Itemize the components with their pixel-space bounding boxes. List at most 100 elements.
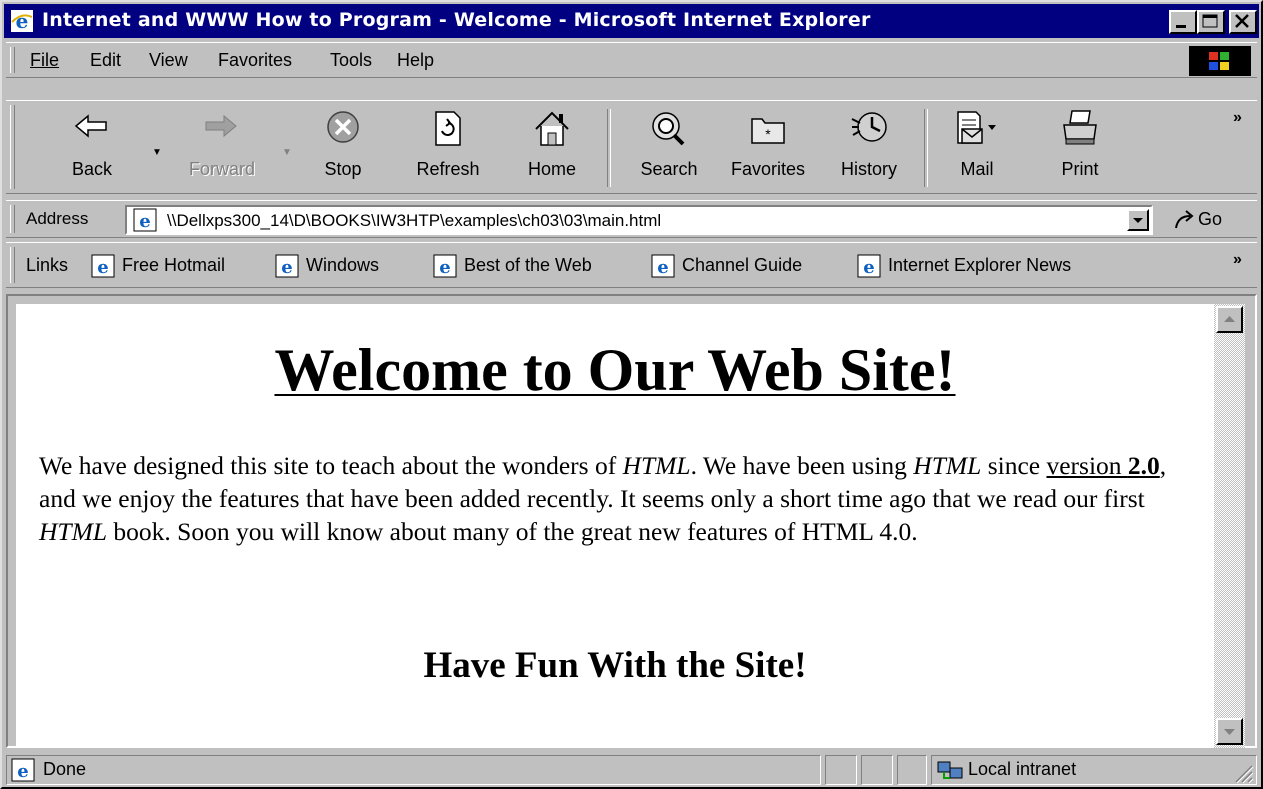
home-button[interactable]: Home <box>514 101 590 195</box>
emphasis-html: HTML <box>913 451 982 480</box>
menu-edit[interactable]: Edit <box>90 50 121 71</box>
favorites-button[interactable]: * Favorites <box>718 101 818 195</box>
maximize-button[interactable] <box>1197 10 1225 34</box>
svg-text:e: e <box>863 257 874 278</box>
back-dropdown[interactable]: ▼ <box>152 147 162 158</box>
stop-label: Stop <box>324 159 362 179</box>
minimize-icon <box>1176 25 1186 28</box>
links-overflow-chevron[interactable]: » <box>1233 251 1242 269</box>
address-grip <box>10 205 15 233</box>
home-label: Home <box>527 159 576 179</box>
link-windows-label: Windows <box>306 255 380 275</box>
go-label: Go <box>1198 209 1223 229</box>
address-label: Address <box>26 209 89 228</box>
stop-button[interactable]: Stop <box>311 101 375 195</box>
history-button[interactable]: History <box>828 101 910 195</box>
back-arrow-icon <box>74 114 107 138</box>
svg-text:e: e <box>139 211 150 232</box>
version-word: version <box>1046 451 1128 480</box>
windows-flag-icon <box>1209 52 1229 70</box>
close-button[interactable] <box>1229 10 1257 34</box>
menu-view[interactable]: View <box>149 50 188 71</box>
version-number: 2.0 <box>1127 451 1160 480</box>
scroll-up-button[interactable] <box>1216 306 1243 333</box>
forward-button[interactable]: Forward <box>170 101 274 195</box>
page-subheading: Have Fun With the Site! <box>423 645 807 686</box>
refresh-button[interactable]: Refresh <box>400 101 496 195</box>
menu-view-label: View <box>149 50 188 70</box>
menu-help[interactable]: Help <box>397 50 434 71</box>
ie-link-icon: e <box>433 254 457 278</box>
back-button[interactable]: Back <box>54 101 130 195</box>
home-icon <box>535 111 569 146</box>
address-input[interactable]: e \\Dellxps300_14\D\BOOKS\IW3HTP\example… <box>125 205 1153 235</box>
ie-page-icon: e <box>11 758 35 782</box>
status-zone-text: Local intranet <box>968 759 1077 779</box>
ie-icon[interactable]: e <box>10 9 34 33</box>
link-free-hotmail-label: Free Hotmail <box>122 255 226 275</box>
search-button[interactable]: Search <box>628 101 710 195</box>
scroll-down-button[interactable] <box>1216 718 1243 745</box>
forward-dropdown[interactable]: ▼ <box>282 147 292 158</box>
status-panel-security <box>861 755 893 785</box>
menu-favorites[interactable]: Favorites <box>218 50 292 71</box>
paragraph-text: . We have been using <box>690 451 914 480</box>
status-bar: e Done Local intranet <box>4 752 1259 787</box>
paragraph-text: book. Soon you will know about many of t… <box>107 517 918 546</box>
menu-favorites-label: Favorites <box>218 50 293 70</box>
scroll-down-arrow-icon <box>1224 729 1235 735</box>
window-title: Internet and WWW How to Program - Welcom… <box>42 9 871 31</box>
links-grip <box>10 247 15 283</box>
favorites-label: Favorites <box>730 159 806 179</box>
ie-link-icon: e <box>651 254 675 278</box>
emphasis-html: HTML <box>39 517 108 546</box>
intro-paragraph: We have designed this site to teach abou… <box>39 449 1199 548</box>
search-label: Search <box>640 159 698 179</box>
link-best-of-the-web-label: Best of the Web <box>464 255 592 275</box>
menu-file[interactable]: File <box>30 50 59 71</box>
address-bar: Address e \\Dellxps300_14\D\BOOKS\IW3HTP… <box>6 200 1257 238</box>
emphasis-html: HTML <box>622 451 691 480</box>
links-bar: Links e Free Hotmail e Windows e Best of… <box>6 242 1257 288</box>
vertical-scrollbar[interactable] <box>1214 304 1245 748</box>
forward-arrow-icon <box>205 114 237 138</box>
underlined-version: version 2.0 <box>1046 451 1159 480</box>
status-panel-progress <box>825 755 857 785</box>
status-panel-zone: Local intranet <box>931 755 1257 785</box>
toolbar-overflow-chevron[interactable]: » <box>1233 109 1242 127</box>
paragraph-text: We have designed this site to teach abou… <box>39 451 623 480</box>
link-internet-explorer-news-label: Internet Explorer News <box>888 255 1072 275</box>
status-panel-blank <box>897 755 927 785</box>
menu-file-label: File <box>30 50 60 70</box>
svg-text:e: e <box>657 257 668 278</box>
mail-label: Mail <box>960 159 994 179</box>
back-label: Back <box>71 159 113 179</box>
address-dropdown-button[interactable] <box>1127 209 1149 231</box>
resize-grip-icon[interactable] <box>1232 762 1254 784</box>
stop-icon <box>327 111 359 143</box>
search-icon <box>652 112 685 146</box>
browser-window: e Internet and WWW How to Program - Welc… <box>0 0 1263 789</box>
maximize-icon <box>1202 14 1218 28</box>
menu-edit-label: Edit <box>90 50 122 70</box>
scroll-up-arrow-icon <box>1224 316 1235 322</box>
ie-page-icon: e <box>133 208 157 232</box>
mail-icon <box>957 111 996 144</box>
page-content: Welcome to Our Web Site! We have designe… <box>16 304 1214 748</box>
menu-tools[interactable]: Tools <box>330 50 372 71</box>
minimize-button[interactable] <box>1169 10 1197 34</box>
print-button[interactable]: Print <box>1042 101 1118 195</box>
address-value: \\Dellxps300_14\D\BOOKS\IW3HTP\examples\… <box>167 211 662 230</box>
svg-text:e: e <box>17 761 28 782</box>
forward-label: Forward <box>188 159 255 179</box>
go-button[interactable]: Go <box>1172 207 1252 233</box>
title-bar[interactable]: e Internet and WWW How to Program - Welc… <box>4 4 1259 38</box>
mail-button[interactable]: Mail <box>940 101 1014 195</box>
status-panel-main: e Done <box>6 755 821 785</box>
status-text: Done <box>43 759 87 779</box>
menu-grip <box>10 47 15 73</box>
go-arrow-icon <box>1175 210 1194 229</box>
favorites-folder-icon: * <box>751 118 785 144</box>
menu-bar: File Edit View Favorites Tools Help <box>6 42 1257 78</box>
ie-link-icon: e <box>275 254 299 278</box>
